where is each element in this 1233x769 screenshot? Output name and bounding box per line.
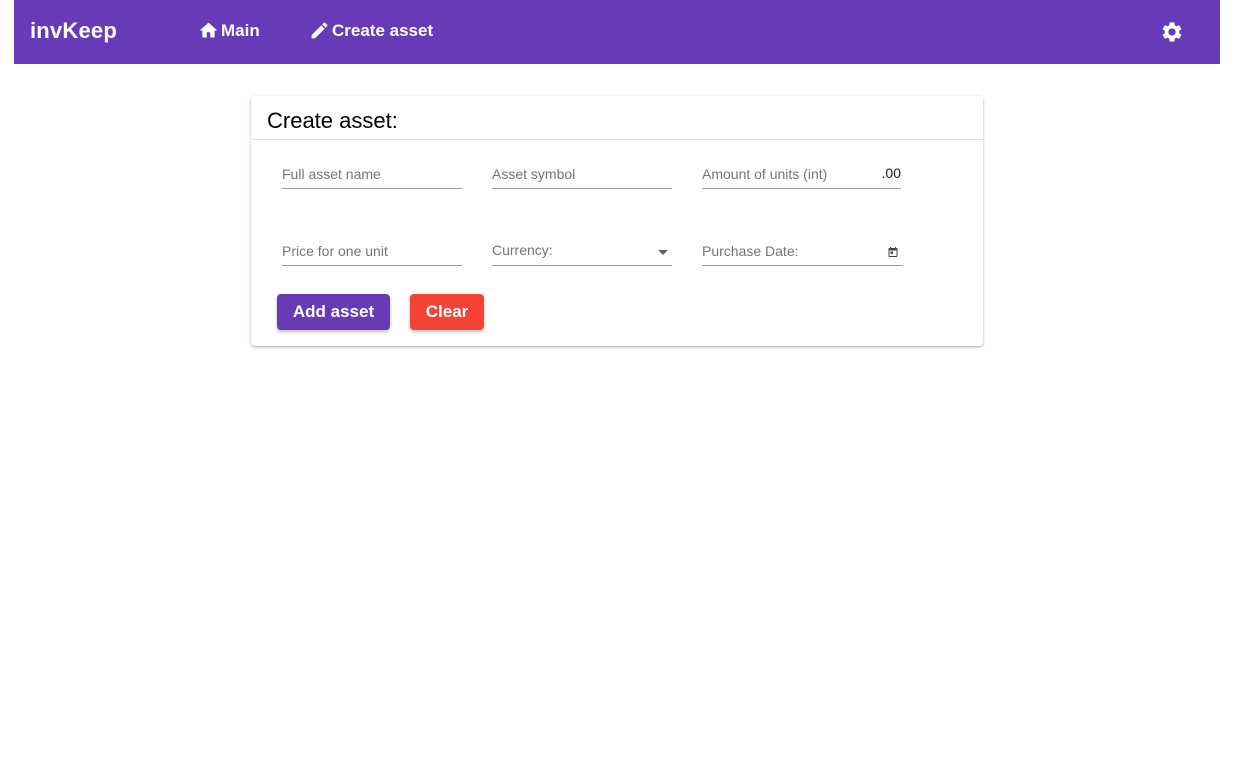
asset-name-input[interactable]: [282, 162, 462, 186]
create-asset-card: Create asset: .00 Currency: Add asset Cl…: [251, 96, 983, 346]
amount-field: .00: [702, 162, 901, 189]
app-brand[interactable]: invKeep: [30, 18, 117, 44]
settings-button[interactable]: [1160, 20, 1184, 44]
nav-create-asset-label: Create asset: [332, 20, 434, 40]
asset-symbol-input[interactable]: [492, 162, 672, 186]
currency-select[interactable]: Currency:: [492, 239, 672, 266]
gear-icon: [1162, 22, 1182, 42]
nav-main-label: Main: [221, 20, 260, 40]
currency-label: Currency:: [492, 242, 553, 258]
top-toolbar: invKeep Main Create asset: [14, 0, 1220, 64]
card-divider: [251, 139, 983, 140]
chevron-down-icon: [658, 250, 668, 255]
page-title: Create asset:: [267, 108, 398, 133]
calendar-icon[interactable]: [887, 245, 899, 257]
price-input[interactable]: [282, 239, 462, 263]
pencil-icon: [311, 22, 328, 39]
amount-suffix: .00: [881, 165, 901, 181]
purchase-date-input[interactable]: [702, 239, 877, 263]
nav-create-asset-link[interactable]: Create asset: [309, 20, 433, 41]
price-field: [282, 239, 462, 266]
amount-input[interactable]: [702, 162, 872, 186]
asset-name-field: [282, 162, 462, 189]
home-icon: [199, 22, 218, 38]
asset-symbol-field: [492, 162, 672, 189]
clear-button[interactable]: Clear: [410, 294, 484, 330]
add-asset-button[interactable]: Add asset: [277, 294, 390, 330]
nav-main-link[interactable]: Main: [198, 20, 260, 41]
purchase-date-field: [702, 239, 903, 266]
